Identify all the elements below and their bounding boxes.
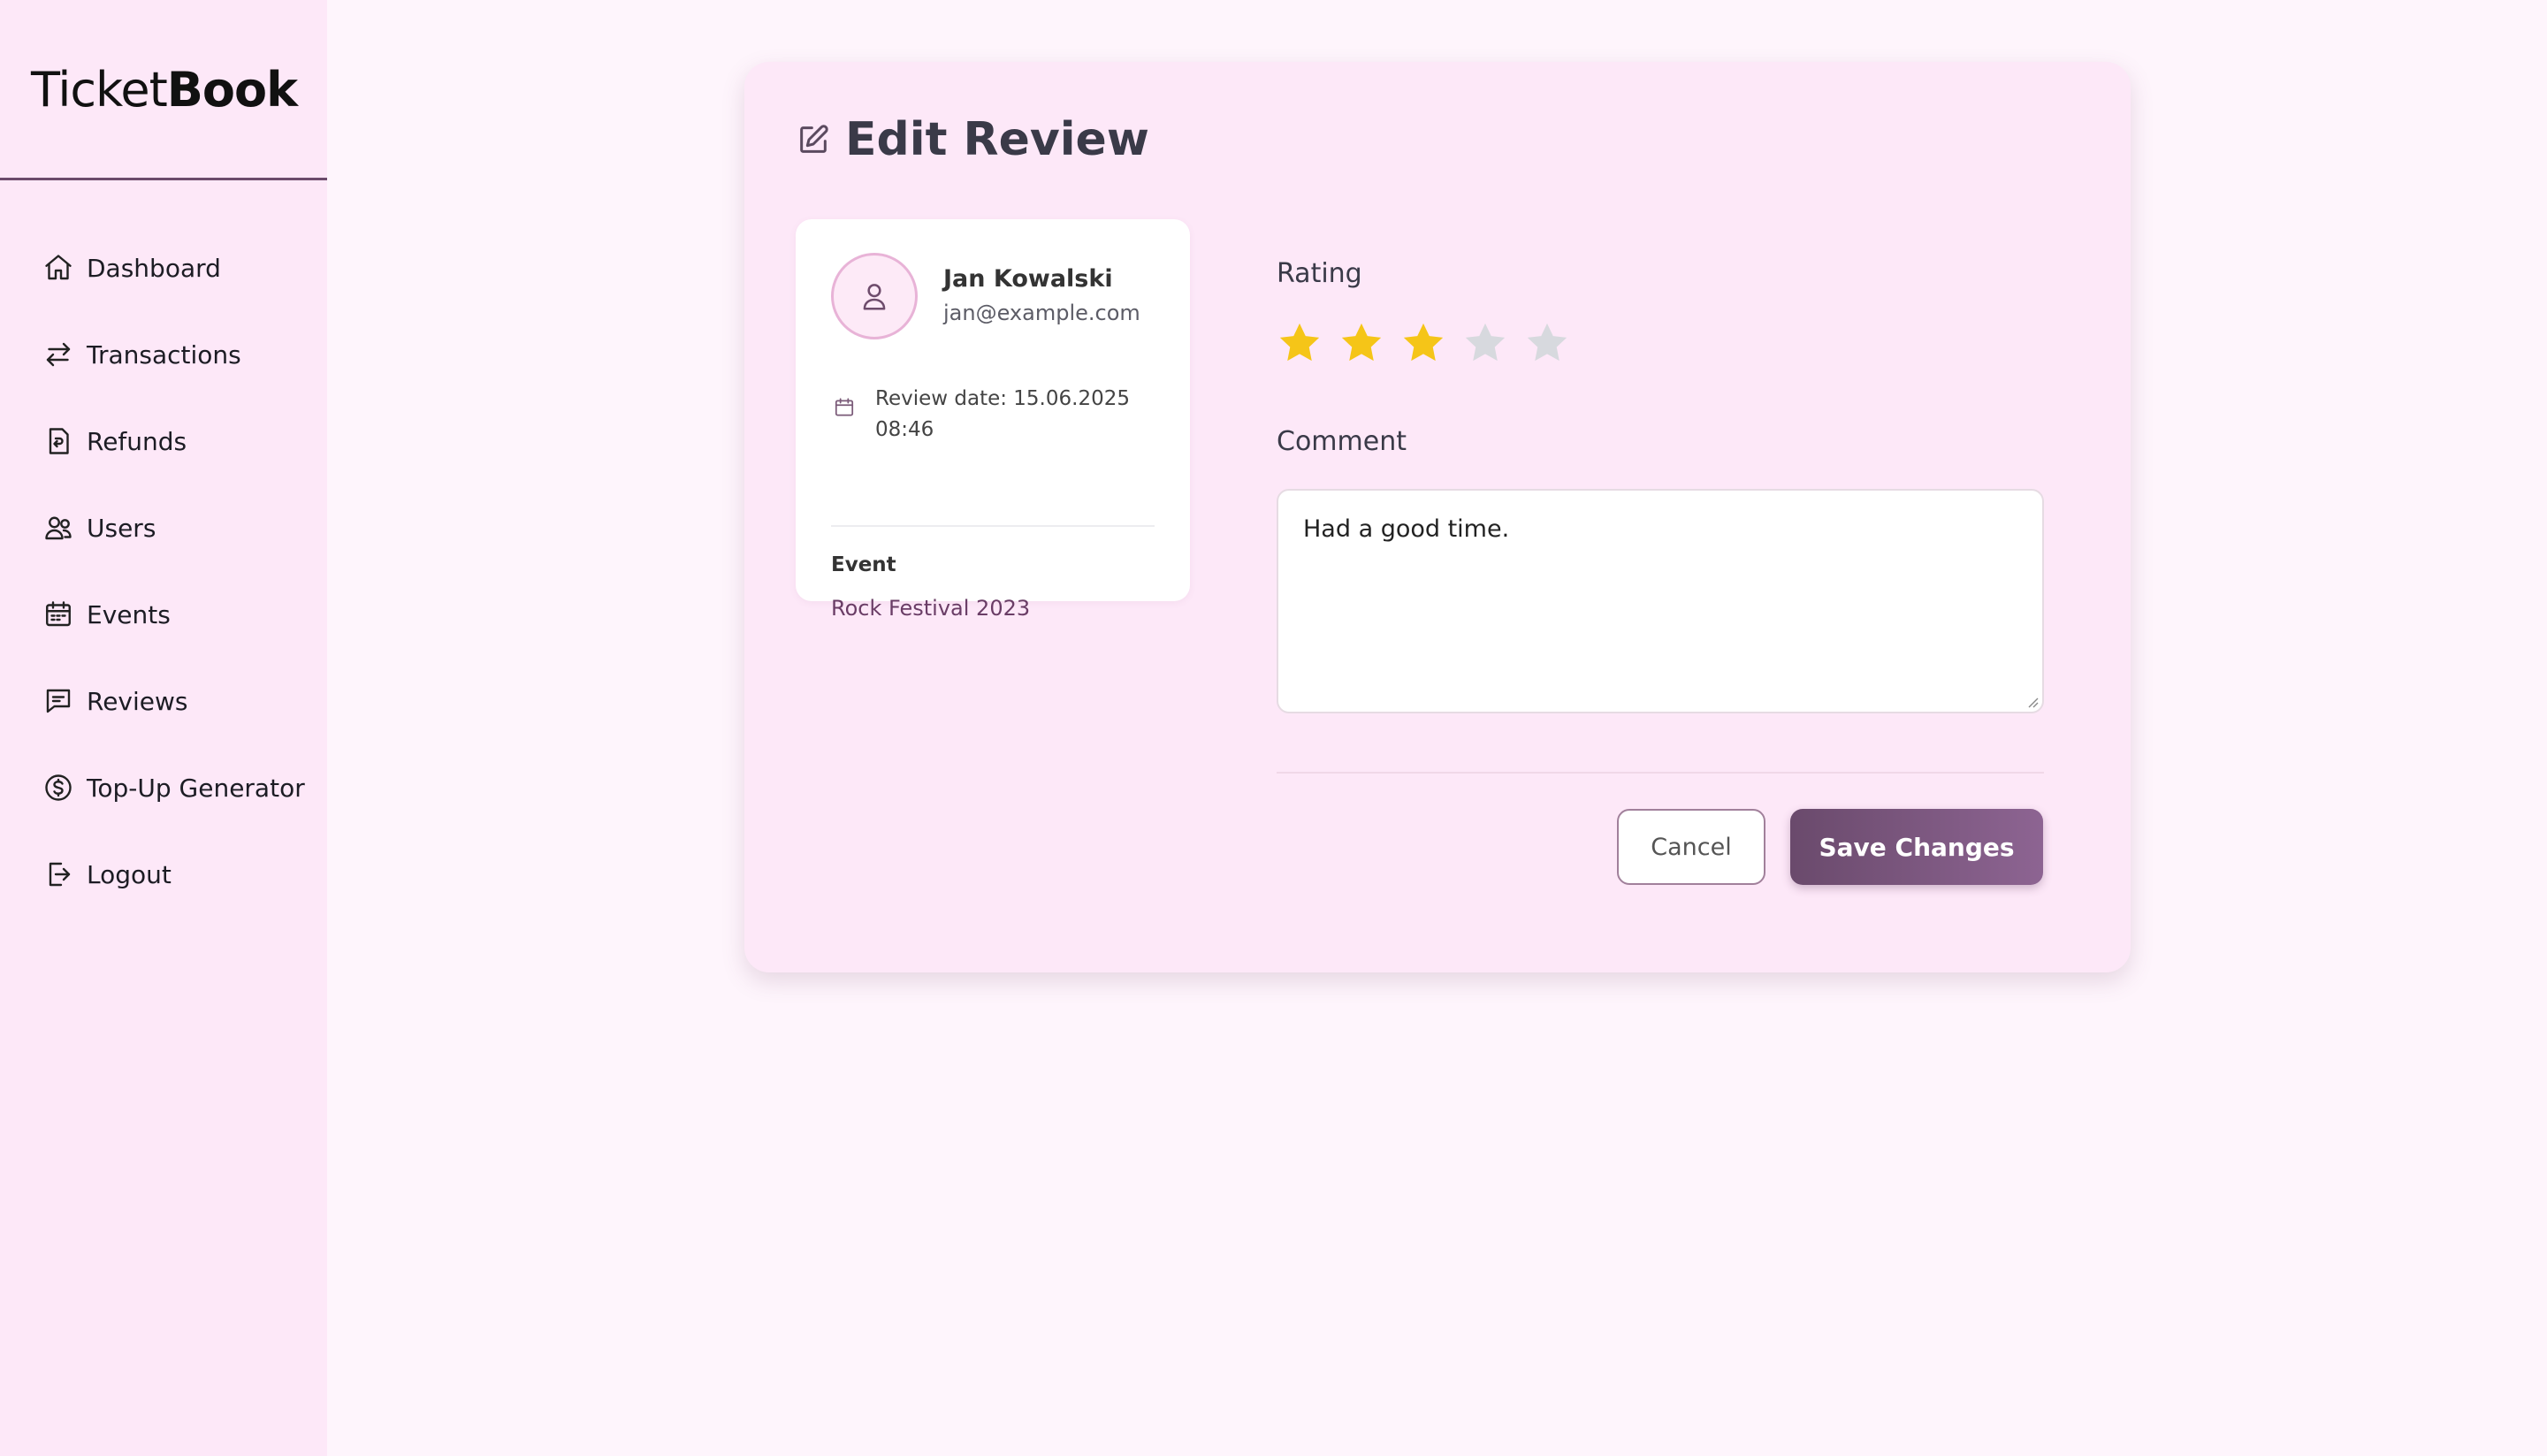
- sidebar-item-events[interactable]: Events: [0, 571, 327, 658]
- sidebar-item-label: Transactions: [87, 339, 241, 370]
- reviewer-panel: Jan Kowalski jan@example.com Review date…: [796, 219, 1190, 621]
- app-logo[interactable]: TicketBook: [0, 0, 327, 180]
- sidebar-item-top-up-generator[interactable]: Top-Up Generator: [0, 744, 327, 831]
- reviewer-email: jan@example.com: [943, 301, 1140, 325]
- star-1-icon[interactable]: [1275, 318, 1324, 368]
- panel-divider: [831, 525, 1155, 527]
- arrows-exchange-icon: [46, 342, 71, 367]
- sidebar-item-label: Users: [87, 513, 156, 543]
- reviewer-name: Jan Kowalski: [943, 265, 1113, 293]
- calendar-small-icon: [835, 398, 854, 416]
- sidebar-item-label: Events: [87, 599, 171, 629]
- comment-text: Had a good time.: [1303, 515, 1510, 543]
- sidebar-item-label: Dashboard: [87, 253, 221, 283]
- calendar-icon: [46, 601, 71, 627]
- sidebar-item-users[interactable]: Users: [0, 484, 327, 571]
- sidebar-item-label: Top-Up Generator: [87, 773, 305, 803]
- star-3-icon[interactable]: [1399, 318, 1448, 368]
- refund-receipt-icon: [49, 428, 69, 454]
- edit-icon: [800, 125, 828, 153]
- star-2-icon[interactable]: [1337, 318, 1386, 368]
- logo-text-light: Ticket: [31, 62, 168, 118]
- page-title: Edit Review: [796, 113, 1149, 166]
- sidebar: TicketBook Dashboard Transactions Refund…: [0, 0, 327, 1456]
- sidebar-item-transactions[interactable]: Transactions: [0, 311, 327, 398]
- rating-label: Rating: [1277, 258, 1362, 289]
- sidebar-item-reviews[interactable]: Reviews: [0, 658, 327, 744]
- users-icon: [45, 516, 72, 540]
- event-name[interactable]: Rock Festival 2023: [831, 596, 1030, 621]
- avatar: [831, 253, 918, 339]
- sidebar-item-dashboard[interactable]: Dashboard: [0, 225, 327, 311]
- sidebar-item-refunds[interactable]: Refunds: [0, 398, 327, 484]
- logout-icon: [49, 862, 71, 887]
- user-icon: [863, 284, 886, 310]
- comment-label: Comment: [1277, 426, 1407, 457]
- star-5-icon[interactable]: [1522, 318, 1572, 368]
- review-date: Review date: 15.06.2025 08:46: [875, 387, 1130, 441]
- logo-text-bold: Book: [166, 62, 298, 118]
- page-title-text: Edit Review: [845, 113, 1149, 166]
- form-divider: [1277, 772, 2044, 774]
- comment-textarea[interactable]: Had a good time.: [1277, 489, 2044, 713]
- star-rating[interactable]: [1275, 318, 1584, 368]
- star-4-icon[interactable]: [1460, 318, 1510, 368]
- save-changes-button[interactable]: Save Changes: [1790, 809, 2043, 885]
- cancel-button[interactable]: Cancel: [1617, 809, 1765, 885]
- dollar-circle-icon: [45, 774, 72, 801]
- event-label: Event: [831, 553, 896, 576]
- message-icon: [46, 689, 71, 713]
- sidebar-item-label: Reviews: [87, 686, 188, 716]
- sidebar-item-label: Logout: [87, 859, 172, 889]
- resize-grip-icon[interactable]: [2026, 696, 2039, 708]
- sidebar-item-logout[interactable]: Logout: [0, 831, 327, 918]
- home-icon: [45, 255, 72, 280]
- sidebar-item-label: Refunds: [87, 426, 187, 456]
- sidebar-nav: Dashboard Transactions Refunds Users Eve…: [0, 180, 327, 918]
